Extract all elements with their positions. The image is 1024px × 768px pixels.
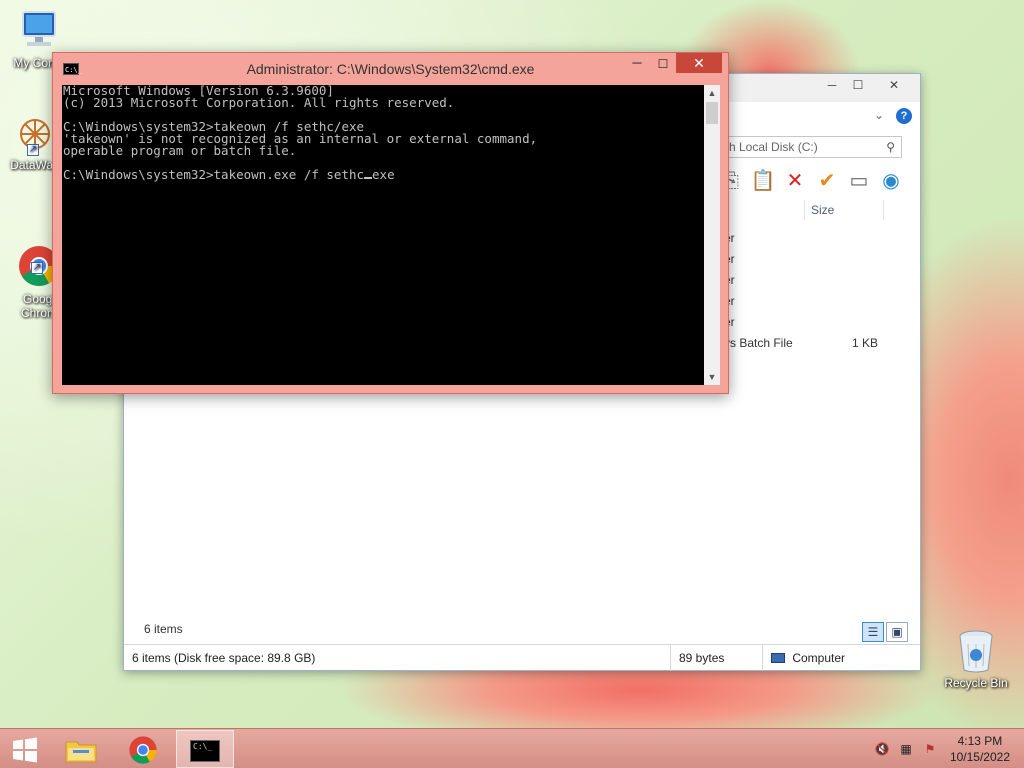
search-input[interactable]: rch Local Disk (C:) ⚲	[714, 136, 902, 158]
delete-icon[interactable]: ✕	[782, 168, 808, 194]
search-icon[interactable]: ⚲	[886, 137, 895, 157]
console-line: (c) 2013 Microsoft Corporation. All righ…	[63, 95, 455, 110]
window-title: Administrator: C:\Windows\System32\cmd.e…	[246, 61, 535, 77]
command-input-line[interactable]: C:\Windows\system32>takeown.exe /f sethc…	[62, 167, 704, 182]
cmd-window[interactable]: C:\_ Administrator: C:\Windows\System32\…	[52, 52, 729, 394]
taskbar: C:\_ 🔇 ▦ ⚑ 4:13 PM 10/15/2022	[0, 728, 1024, 768]
start-button[interactable]	[0, 730, 50, 768]
search-placeholder: rch Local Disk (C:)	[719, 140, 818, 154]
desktop-icon-recycle-bin[interactable]: Recycle Bin	[940, 628, 1012, 690]
rename-icon[interactable]: ▭	[846, 168, 872, 194]
folder-icon	[65, 741, 97, 763]
minimize-button[interactable]: ─	[818, 74, 846, 96]
command-text-tail: exe	[372, 167, 395, 182]
items-count: 6 items	[144, 622, 183, 636]
desktop-icon-label: Recycle Bin	[944, 676, 1008, 690]
chevron-down-icon[interactable]: ⌄	[874, 108, 884, 122]
file-row[interactable]: er	[724, 249, 884, 270]
status-summary: 6 items (Disk free space: 89.8 GB)	[132, 651, 316, 665]
taskbar-cmd[interactable]: C:\_	[176, 730, 234, 768]
clock[interactable]: 4:13 PM 10/15/2022	[950, 733, 1010, 765]
text-cursor	[364, 169, 373, 179]
file-row[interactable]: er	[724, 270, 884, 291]
file-row[interactable]: er	[724, 312, 884, 333]
column-header-size[interactable]: Size	[804, 200, 884, 220]
cmd-titlebar[interactable]: C:\_ Administrator: C:\Windows\System32\…	[53, 53, 728, 85]
file-type: vs Batch File	[724, 336, 793, 350]
clock-time: 4:13 PM	[957, 734, 1003, 748]
file-row[interactable]: vs Batch File 1 KB	[724, 333, 884, 354]
command-text: C:\Windows\system32>takeown.exe /f sethc	[63, 167, 365, 182]
cmd-icon: C:\_	[190, 739, 220, 762]
console-line: operable program or batch file.	[63, 143, 297, 158]
status-bar: 6 items (Disk free space: 89.8 GB) 89 by…	[124, 644, 920, 671]
details-view-icon[interactable]: ☰	[862, 622, 884, 642]
explorer-toolbar: ⎘ 📋 ✕ ✔ ▭ ◉	[718, 168, 904, 198]
computer-icon	[15, 10, 63, 54]
taskbar-chrome[interactable]	[114, 730, 172, 768]
computer-icon	[771, 653, 785, 663]
minimize-button[interactable]: ─	[624, 54, 650, 74]
status-location-label: Computer	[792, 651, 846, 665]
maximize-button[interactable]: ☐	[650, 54, 676, 74]
file-row[interactable]: er	[724, 228, 884, 249]
taskbar-file-explorer[interactable]	[52, 730, 110, 768]
console-output[interactable]: Microsoft Windows [Version 6.3.9600] (c)…	[62, 85, 704, 385]
action-center-flag-icon[interactable]: ⚑	[922, 741, 938, 757]
vertical-scrollbar[interactable]: ▲ ▼	[704, 85, 720, 385]
view-toggle: ☰ ▣	[862, 622, 908, 642]
network-icon[interactable]: ▦	[898, 741, 914, 757]
large-icons-view-icon[interactable]: ▣	[886, 622, 908, 642]
close-button[interactable]: ✕	[874, 74, 914, 96]
scroll-down-icon[interactable]: ▼	[704, 369, 720, 385]
clock-date: 10/15/2022	[949, 750, 1010, 764]
checkmark-icon[interactable]: ✔	[814, 168, 840, 194]
shortcut-arrow-icon: ↗	[27, 144, 39, 156]
address-bar-right[interactable]: ⌄ ?	[724, 104, 916, 128]
volume-muted-icon[interactable]: 🔇	[874, 741, 890, 757]
help-icon[interactable]: ?	[896, 108, 912, 124]
status-size: 89 bytes	[670, 645, 762, 671]
status-location: Computer	[762, 645, 912, 671]
chrome-icon	[129, 736, 157, 764]
datawag-icon: ↗	[13, 112, 57, 156]
maximize-button[interactable]: ☐	[844, 74, 872, 96]
close-button[interactable]: ✕	[676, 53, 722, 73]
globe-icon[interactable]: ◉	[878, 168, 904, 194]
file-size: 1 KB	[852, 336, 879, 350]
shortcut-arrow-icon: ↗	[31, 262, 43, 274]
file-row[interactable]: er	[724, 291, 884, 312]
paste-icon[interactable]: 📋	[750, 168, 776, 194]
windows-logo-icon	[13, 737, 37, 763]
scroll-thumb[interactable]	[706, 102, 718, 124]
scroll-up-icon[interactable]: ▲	[704, 85, 720, 101]
recycle-bin-icon	[956, 628, 996, 674]
